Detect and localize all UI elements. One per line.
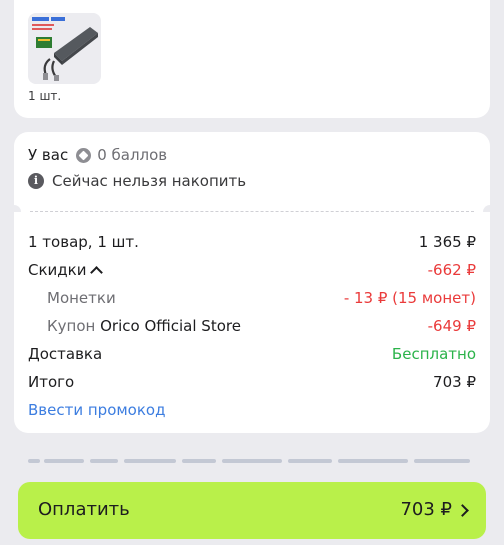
chevron-right-icon [456, 504, 469, 517]
hidden-hint-text [28, 456, 488, 466]
bonus-coin-icon [76, 147, 92, 163]
product-quantity: 1 шт. [28, 89, 62, 103]
info-icon: i [28, 173, 44, 189]
pay-button[interactable]: Оплатить 703 ₽ [18, 482, 486, 539]
product-thumbnail[interactable] [28, 13, 101, 84]
coins-label: Монетки [47, 289, 116, 307]
bonus-info-text: Сейчас нельзя накопить [52, 172, 247, 190]
pay-button-label: Оплатить [38, 499, 130, 520]
delivery-label: Доставка [28, 345, 103, 363]
discounts-label: Скидки [28, 261, 87, 279]
bonus-prefix: У вас [28, 146, 69, 164]
coupon-value: -649 ₽ [427, 317, 476, 335]
promo-code-link[interactable]: Ввести промокод [28, 401, 165, 419]
ssd-enclosure-image [32, 17, 98, 81]
coupon-store: Orico Official Store [100, 317, 241, 335]
delivery-value: Бесплатно [391, 345, 476, 363]
bonus-row: У вас 0 баллов [28, 146, 167, 164]
bonus-info-row: i Сейчас нельзя накопить [28, 172, 246, 190]
items-label: 1 товар, 1 шт. [28, 233, 139, 251]
coins-value: - 13 ₽ (15 монет) [343, 289, 476, 307]
chevron-up-icon [90, 266, 104, 279]
hint-text-fragment [28, 459, 470, 463]
total-value: 703 ₽ [433, 373, 476, 391]
bonus-points: 0 баллов [97, 146, 168, 164]
pay-button-amount: 703 ₽ [400, 499, 452, 520]
total-label: Итого [28, 373, 75, 391]
product-card: 1 шт. [14, 0, 490, 118]
coupon-prefix: Купон [47, 317, 96, 335]
coupon-label: Купон Orico Official Store [47, 317, 241, 335]
items-value: 1 365 ₽ [418, 233, 476, 251]
discounts-value: -662 ₽ [427, 261, 476, 279]
discounts-toggle[interactable]: Скидки [28, 261, 104, 279]
